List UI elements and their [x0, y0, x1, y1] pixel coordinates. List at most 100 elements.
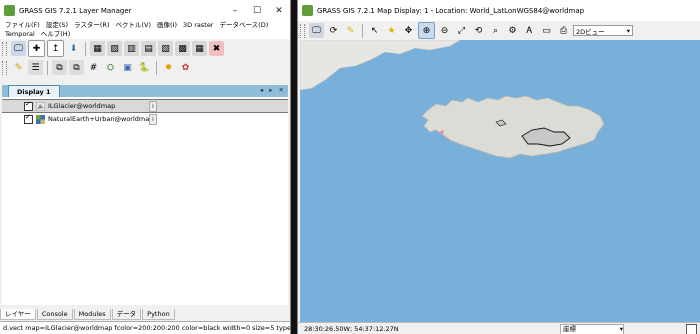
edit-vector-icon[interactable]: ✎	[11, 60, 26, 75]
open-workspace-icon[interactable]: ↥	[47, 40, 64, 57]
import-raster-icon[interactable]: ⧉	[52, 60, 67, 75]
print-icon[interactable]: ⎙	[556, 23, 571, 38]
layer-options-button[interactable]: ⁞	[149, 101, 157, 112]
menu-3d-raster[interactable]: 3D raster	[180, 21, 216, 30]
python-shell-icon[interactable]: 🐍	[137, 60, 152, 75]
query-icon[interactable]: ★	[384, 23, 399, 38]
menu-database[interactable]: データベース(D)	[216, 21, 271, 30]
chevron-down-icon: ▾	[626, 26, 630, 35]
import-vector-icon[interactable]: ⧉	[69, 60, 84, 75]
toolbar-grip	[300, 23, 305, 38]
render-map-icon[interactable]: ⟳	[326, 23, 341, 38]
layer-row[interactable]: NaturalEarth+Urban@worldmap ⁞	[2, 113, 288, 125]
add-overlay-icon[interactable]: ▤	[141, 41, 156, 56]
erase-display-icon[interactable]: ✎	[343, 23, 358, 38]
tab-controls[interactable]: ◂ ▸ ✕	[260, 86, 286, 94]
save-image-icon[interactable]: ▭	[539, 23, 554, 38]
add-raster-icon[interactable]: ▦	[90, 41, 105, 56]
menu-vector[interactable]: ベクトル(V)	[112, 21, 154, 30]
vector-layer-icon	[36, 101, 45, 111]
georectify-icon[interactable]: #	[86, 60, 101, 75]
zoom-out-icon[interactable]: ⊖	[437, 23, 452, 38]
analyze-icon[interactable]: ⚙	[505, 23, 520, 38]
ocean	[300, 40, 700, 322]
toolbar-grip	[2, 41, 7, 56]
menu-help[interactable]: ヘルプ(H)	[38, 30, 73, 39]
raster-layer-icon	[36, 114, 45, 124]
pointer-icon[interactable]: ↖	[367, 23, 382, 38]
help-icon[interactable]: ✿	[178, 60, 193, 75]
toolbar-separator	[85, 41, 86, 56]
add-vector-icon[interactable]: ▨	[107, 41, 122, 56]
grass-app-icon	[4, 5, 15, 16]
pan-icon[interactable]: ✥	[401, 23, 416, 38]
toolbar-separator-3	[156, 60, 157, 75]
render-checkbox[interactable]	[686, 323, 697, 334]
attribute-table-icon[interactable]: ☰	[28, 60, 43, 75]
map-display-titlebar[interactable]: GRASS GIS 7.2.1 Map Display: 1 - Locatio…	[298, 0, 700, 21]
layer-manager-titlebar[interactable]: GRASS GIS 7.2.1 Layer Manager – ☐ ✕	[0, 0, 290, 21]
minimize-icon[interactable]: –	[224, 6, 246, 16]
map-composer-icon[interactable]: ▣	[120, 60, 135, 75]
layer-toolbar-1: 🖵 ✚ ↥ ⬇ ▦ ▨ ▥ ▤ ▧ ▩ ▦ ✖	[0, 39, 290, 58]
map-display-window: GRASS GIS 7.2.1 Map Display: 1 - Locatio…	[297, 0, 700, 334]
layer-toolbar-2: ✎ ☰ ⧉ ⧉ # ⛭ ▣ 🐍 ✹ ✿	[0, 58, 290, 77]
tab-console[interactable]: Console	[36, 309, 73, 320]
urban-area	[440, 130, 444, 134]
coordinate-readout: 28:30:26.50W; 54:37:12.27N	[304, 325, 399, 333]
window-title: GRASS GIS 7.2.1 Map Display: 1 - Locatio…	[317, 6, 585, 15]
display-map-icon[interactable]: 🖵	[309, 23, 324, 38]
menu-raster[interactable]: ラスター(R)	[71, 21, 112, 30]
delete-layer-icon[interactable]: ✖	[209, 41, 224, 56]
tab-modules[interactable]: Modules	[73, 309, 111, 320]
toolbar-separator	[362, 23, 363, 38]
layer-checkbox[interactable]	[24, 113, 33, 124]
layer-manager-window: GRASS GIS 7.2.1 Layer Manager – ☐ ✕ ファイル…	[0, 0, 291, 334]
display-tab-strip: Display 1 ◂ ▸ ✕	[2, 85, 288, 98]
map-toolbar: 🖵 ⟳ ✎ ↖ ★ ✥ ⊕ ⊖ ⤢ ⟲ ⌕ ⚙ Ꭺ ▭ ⎙ 2Dビュー ▾	[298, 21, 700, 40]
add-group-icon[interactable]: ▩	[175, 41, 190, 56]
add-web-layer-icon[interactable]: ▧	[158, 41, 173, 56]
chevron-down-icon: ▾	[619, 324, 623, 333]
menu-file[interactable]: ファイル(F)	[2, 21, 43, 30]
layer-checkbox[interactable]	[24, 100, 33, 111]
save-workspace-icon[interactable]: ⬇	[66, 41, 81, 56]
tab-python[interactable]: Python	[142, 309, 175, 320]
maximize-icon[interactable]: ☐	[246, 6, 268, 16]
command-statusbar: d.vect map=ILGlacier@worldmap fcolor=200…	[0, 321, 290, 334]
toolbar-grip-2	[2, 60, 7, 75]
map-svg	[300, 40, 700, 322]
window-title: GRASS GIS 7.2.1 Layer Manager	[19, 6, 132, 15]
menu-imagery[interactable]: 画像(I)	[154, 21, 180, 30]
bottom-tab-bar: レイヤー Console Modules データ Python	[0, 309, 290, 320]
graphical-modeler-icon[interactable]: ⛭	[103, 60, 118, 75]
menu-bar: ファイル(F) 設定(S) ラスター(R) ベクトル(V) 画像(I) 3D r…	[0, 21, 290, 39]
zoom-back-icon[interactable]: ⟲	[471, 23, 486, 38]
layer-row[interactable]: ILGlacier@worldmap ⁞	[2, 99, 288, 113]
add-layer-more-icon[interactable]: ▦	[192, 41, 207, 56]
overlay-icon[interactable]: Ꭺ	[522, 23, 537, 38]
add-rgb-icon[interactable]: ▥	[124, 41, 139, 56]
status-mode-select[interactable]: 座標 ▾	[560, 323, 624, 334]
close-icon[interactable]: ✕	[268, 6, 290, 16]
map-statusbar: 28:30:26.50W; 54:37:12.27N 座標 ▾	[298, 322, 700, 334]
map-canvas[interactable]	[300, 40, 700, 322]
layer-name: NaturalEarth+Urban@worldmap	[48, 115, 154, 123]
new-workspace-icon[interactable]: ✚	[28, 40, 45, 57]
settings-icon[interactable]: ✹	[161, 60, 176, 75]
zoom-in-icon[interactable]: ⊕	[418, 22, 435, 39]
layer-options-button[interactable]: ⁞	[149, 114, 157, 125]
zoom-options-icon[interactable]: ⌕	[488, 23, 503, 38]
tab-layers[interactable]: レイヤー	[0, 309, 36, 320]
menu-settings[interactable]: 設定(S)	[43, 21, 71, 30]
grass-app-icon	[302, 5, 313, 16]
toolbar-separator-2	[47, 60, 48, 75]
view-mode-select[interactable]: 2Dビュー ▾	[573, 25, 633, 36]
zoom-extent-icon[interactable]: ⤢	[454, 23, 469, 38]
status-mode-value: 座標	[563, 324, 576, 333]
tab-data[interactable]: データ	[111, 309, 142, 320]
new-display-button[interactable]: 🖵	[11, 41, 26, 56]
layer-name: ILGlacier@worldmap	[48, 102, 116, 110]
menu-temporal[interactable]: Temporal	[2, 30, 38, 39]
view-mode-value: 2Dビュー	[576, 27, 605, 36]
